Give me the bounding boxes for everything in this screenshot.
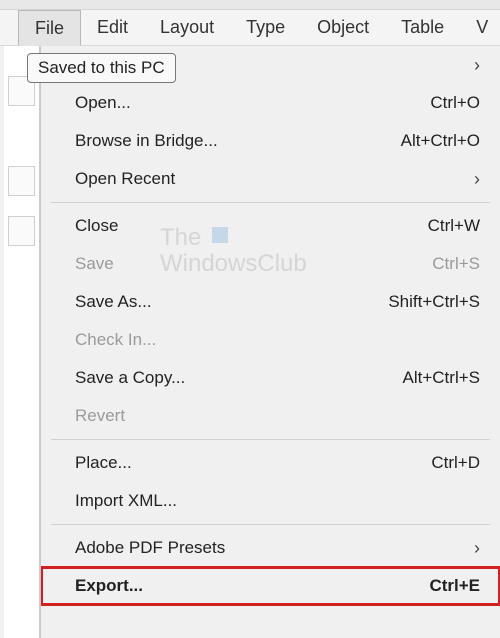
menu-item-shortcut: Ctrl+D <box>431 453 480 473</box>
menu-object[interactable]: Object <box>301 10 385 45</box>
menu-item-shortcut: Ctrl+W <box>428 216 480 236</box>
menu-item-pdf-presets[interactable]: Adobe PDF Presets › <box>41 529 500 567</box>
menu-item-shortcut: Shift+Ctrl+S <box>388 292 480 312</box>
menu-item-save-copy[interactable]: Save a Copy... Alt+Ctrl+S <box>41 359 500 397</box>
menu-item-check-in: Check In... <box>41 321 500 359</box>
menu-item-shortcut: Alt+Ctrl+S <box>403 368 480 388</box>
menu-item-label: Save a Copy... <box>75 368 403 388</box>
menu-item-shortcut: Alt+Ctrl+O <box>401 131 480 151</box>
menu-item-label: Close <box>75 216 428 236</box>
menu-item-browse-bridge[interactable]: Browse in Bridge... Alt+Ctrl+O <box>41 122 500 160</box>
menu-table[interactable]: Table <box>385 10 460 45</box>
menu-item-label: Save As... <box>75 292 388 312</box>
menu-separator <box>51 524 490 525</box>
tooltip-text: Saved to this PC <box>38 58 165 77</box>
menu-item-open-recent[interactable]: Open Recent › <box>41 160 500 198</box>
chevron-right-icon: › <box>462 538 480 559</box>
menu-separator <box>51 439 490 440</box>
menu-item-revert: Revert <box>41 397 500 435</box>
menu-view-cut[interactable]: V <box>460 10 500 45</box>
menu-label: Object <box>317 17 369 38</box>
menubar: File Edit Layout Type Object Table V <box>0 10 500 46</box>
menu-edit[interactable]: Edit <box>81 10 144 45</box>
menu-item-place[interactable]: Place... Ctrl+D <box>41 444 500 482</box>
file-menu-dropdown: New › Open... Ctrl+O Browse in Bridge...… <box>40 46 500 638</box>
menu-label: Table <box>401 17 444 38</box>
document-gutter <box>4 46 40 638</box>
menu-item-label: Export... <box>75 576 429 596</box>
menu-item-label: Revert <box>75 406 480 426</box>
chevron-right-icon: › <box>462 169 480 190</box>
menu-item-shortcut: Ctrl+E <box>429 576 480 596</box>
menu-type[interactable]: Type <box>230 10 301 45</box>
gutter-mark <box>8 166 35 196</box>
menu-file[interactable]: File <box>18 10 81 46</box>
menu-separator <box>51 202 490 203</box>
menu-layout[interactable]: Layout <box>144 10 230 45</box>
menu-item-save-as[interactable]: Save As... Shift+Ctrl+S <box>41 283 500 321</box>
menu-label: Type <box>246 17 285 38</box>
menu-item-label: Check In... <box>75 330 480 350</box>
gutter-mark <box>8 216 35 246</box>
menu-item-label: Save <box>75 254 432 274</box>
menu-item-close[interactable]: Close Ctrl+W <box>41 207 500 245</box>
tooltip-saved-to-pc: Saved to this PC <box>27 53 176 83</box>
menu-item-shortcut: Ctrl+S <box>432 254 480 274</box>
menu-item-open[interactable]: Open... Ctrl+O <box>41 84 500 122</box>
menu-item-label: Place... <box>75 453 431 473</box>
menu-item-label: Browse in Bridge... <box>75 131 401 151</box>
menu-item-save: Save Ctrl+S <box>41 245 500 283</box>
menu-item-shortcut: Ctrl+O <box>430 93 480 113</box>
menu-item-label: Import XML... <box>75 491 480 511</box>
menu-item-import-xml[interactable]: Import XML... <box>41 482 500 520</box>
chevron-right-icon: › <box>462 55 480 76</box>
window-top-strip <box>0 0 500 10</box>
menu-label: File <box>35 18 64 39</box>
menu-label: Layout <box>160 17 214 38</box>
menu-item-export[interactable]: Export... Ctrl+E <box>41 567 500 605</box>
menu-label: V <box>476 17 488 38</box>
menu-item-label: Adobe PDF Presets <box>75 538 462 558</box>
menu-label: Edit <box>97 17 128 38</box>
menu-item-label: Open... <box>75 93 430 113</box>
menu-item-label: Open Recent <box>75 169 462 189</box>
